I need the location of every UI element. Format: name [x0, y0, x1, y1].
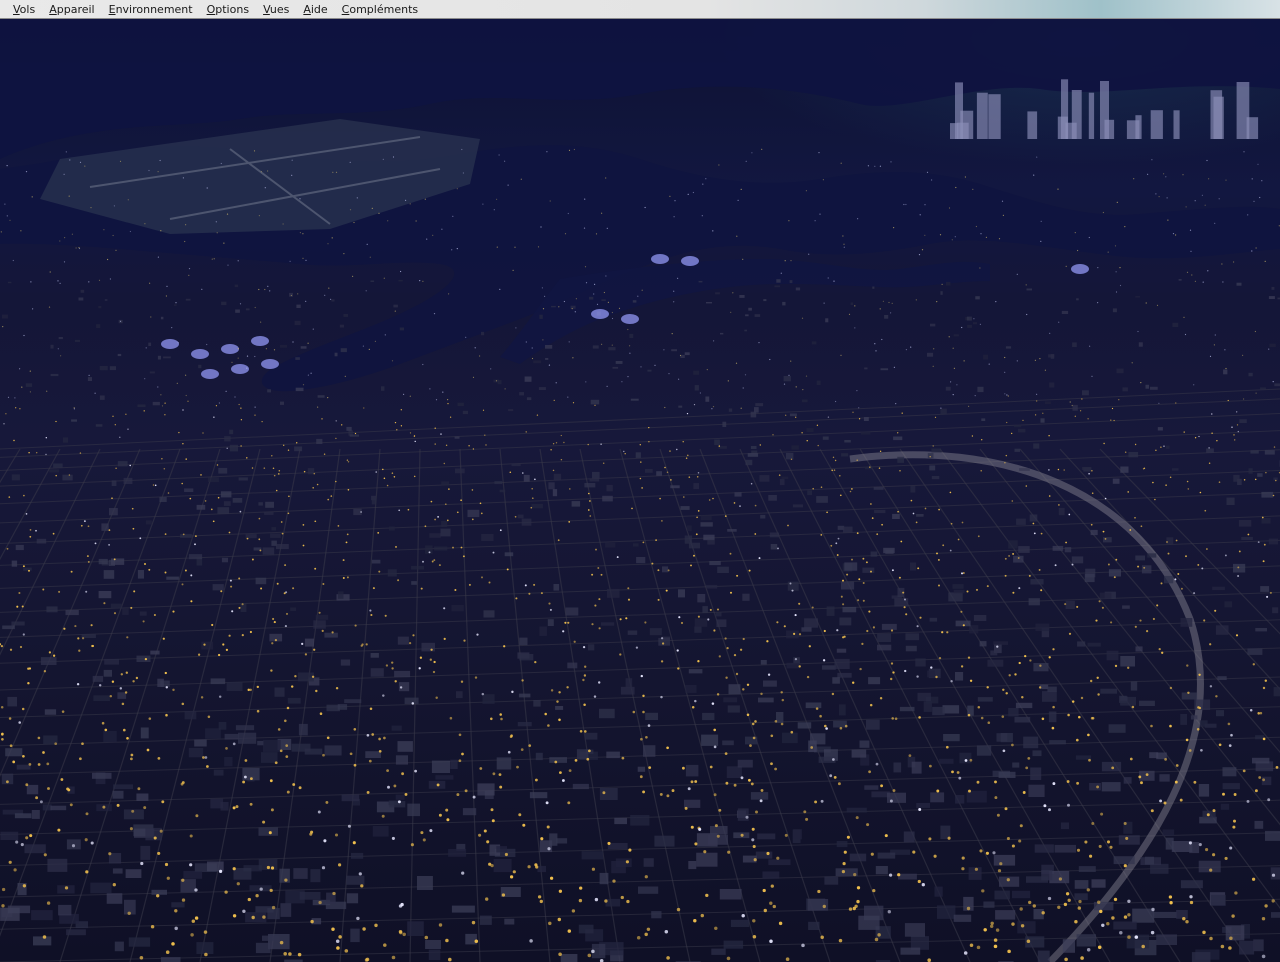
skyscraper: [960, 110, 974, 139]
skyscraper: [1135, 115, 1142, 139]
storage-tank: [231, 364, 249, 374]
menu-options[interactable]: Options: [200, 0, 256, 19]
skyscraper: [1071, 90, 1082, 139]
skyscraper: [1027, 111, 1038, 139]
storage-tank: [261, 359, 279, 369]
skyscraper: [1236, 82, 1250, 139]
menu-bar: Vols Appareil Environnement Options Vues…: [0, 0, 1280, 19]
skyscraper: [1150, 110, 1163, 139]
menu-vues[interactable]: Vues: [256, 0, 296, 19]
storage-tank: [591, 309, 609, 319]
flight-simulator-window: Vols Appareil Environnement Options Vues…: [0, 0, 1280, 962]
skyscraper: [1057, 116, 1068, 139]
storage-tank: [201, 369, 219, 379]
night-city-aerial-view: [0, 19, 1280, 962]
skyscraper: [1100, 81, 1109, 139]
storage-tank: [221, 344, 239, 354]
storage-tank: [681, 256, 699, 266]
storage-tank: [1071, 264, 1089, 274]
skyscraper: [1173, 110, 1180, 139]
menu-environnement[interactable]: Environnement: [102, 0, 200, 19]
menu-appareil[interactable]: Appareil: [42, 0, 101, 19]
storage-tank: [191, 349, 209, 359]
harbor-water: [0, 19, 1280, 159]
menu-vols[interactable]: Vols: [6, 0, 42, 19]
skyscraper: [950, 123, 959, 139]
storage-tank: [161, 339, 179, 349]
storage-tank: [651, 254, 669, 264]
storage-tank: [621, 314, 639, 324]
menu-complements[interactable]: Compléments: [335, 0, 425, 19]
skyscraper: [1088, 92, 1095, 139]
storage-tank: [251, 336, 269, 346]
menu-aide[interactable]: Aide: [296, 0, 334, 19]
skyscraper: [1210, 90, 1223, 139]
skyscraper: [976, 92, 988, 139]
scenery-canvas: [0, 19, 1280, 962]
skyscraper: [988, 94, 1001, 139]
